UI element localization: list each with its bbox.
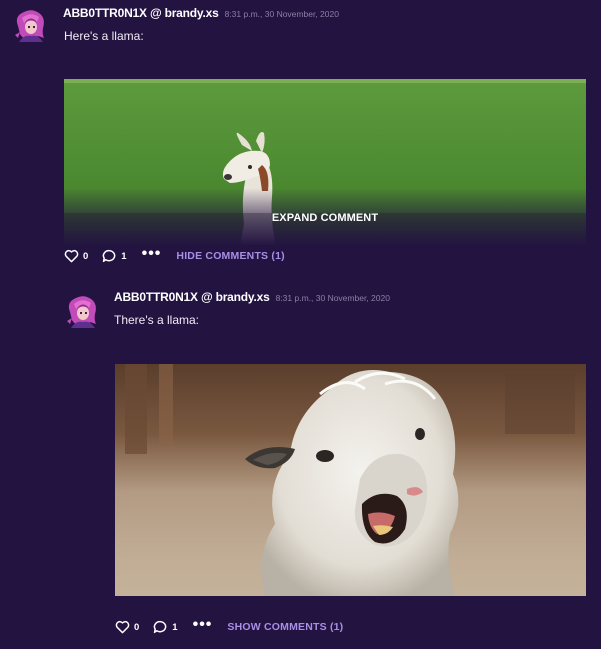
like-count: 0 — [83, 250, 89, 262]
hide-comments-button[interactable]: HIDE COMMENTS (1) — [176, 250, 284, 262]
like-button[interactable]: 0 — [64, 249, 88, 263]
avatar[interactable] — [12, 8, 50, 46]
comment-button[interactable]: 1 — [102, 249, 127, 263]
post-header: ABB0TTR0N1X @ brandy.xs 8:31 p.m., 30 Nov… — [114, 290, 390, 304]
comment-bubble-icon — [102, 249, 117, 263]
like-button[interactable]: 0 — [115, 620, 139, 634]
post-image[interactable]: EXPAND COMMENT — [64, 79, 586, 246]
comment-button[interactable]: 1 — [153, 620, 178, 634]
post-text: Here's a llama: — [64, 29, 144, 43]
post-image[interactable] — [115, 364, 586, 596]
timestamp: 8:31 p.m., 30 November, 2020 — [224, 9, 339, 19]
post-actions: 0 1 ••• SHOW COMMENTS (1) — [115, 617, 343, 636]
timestamp: 8:31 p.m., 30 November, 2020 — [275, 293, 390, 303]
more-icon[interactable]: ••• — [142, 246, 162, 262]
post-header: ABB0TTR0N1X @ brandy.xs 8:31 p.m., 30 Nov… — [63, 6, 339, 20]
post-text: There's a llama: — [114, 313, 199, 327]
author-name[interactable]: ABB0TTR0N1X @ brandy.xs — [114, 290, 270, 304]
expand-comment-button[interactable]: EXPAND COMMENT — [64, 212, 586, 224]
avatar[interactable] — [64, 294, 102, 332]
comment-bubble-icon — [153, 620, 168, 634]
comment-count: 1 — [172, 621, 178, 633]
post-actions: 0 1 ••• HIDE COMMENTS (1) — [64, 246, 285, 265]
more-icon[interactable]: ••• — [193, 617, 213, 633]
heart-icon — [64, 249, 79, 263]
author-name[interactable]: ABB0TTR0N1X @ brandy.xs — [63, 6, 219, 20]
llama-photo — [115, 364, 586, 596]
like-count: 0 — [134, 621, 140, 633]
show-comments-button[interactable]: SHOW COMMENTS (1) — [227, 621, 343, 633]
comment-count: 1 — [121, 250, 127, 262]
heart-icon — [115, 620, 130, 634]
